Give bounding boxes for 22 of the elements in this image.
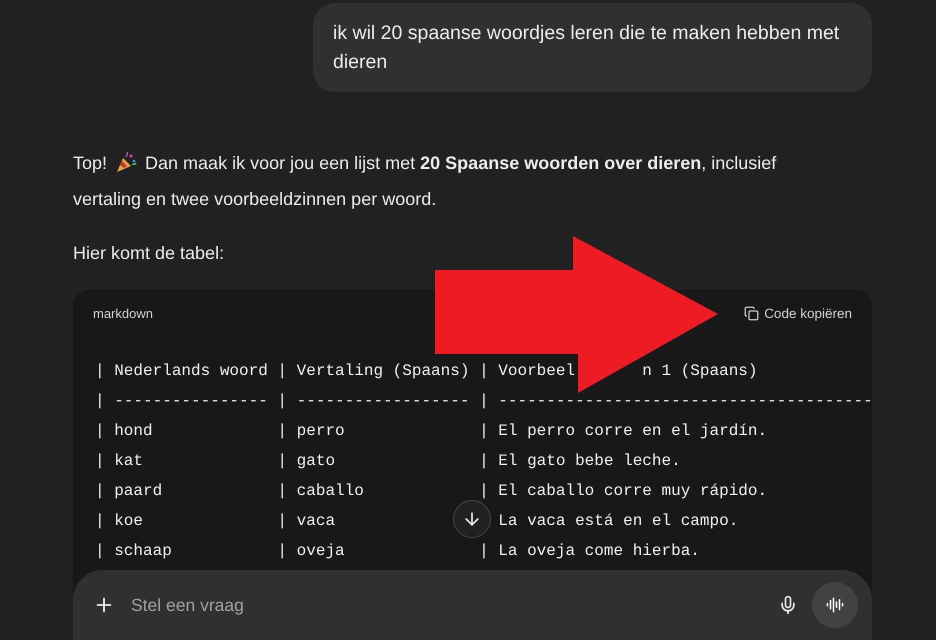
code-line: | koe | vaca: [95, 511, 336, 532]
sound-wave-icon: [826, 596, 844, 614]
answer-text: vertaling en twee voorbeeldzinnen per woord.: [73, 188, 436, 211]
code-line: | paard | caballo | El caballo corre muy rápido.: [95, 481, 768, 502]
answer-text: Hier komt de tabel:: [73, 242, 226, 265]
message-input[interactable]: Stel een vraag: [129, 594, 764, 616]
code-line: | hond | perro | El perro corre en el jardín.: [95, 421, 768, 442]
answer-text: Top!: [73, 152, 108, 175]
answer-text: Dan maak ik voor jou een lijst met 20 Spaanse woorden over dieren, inclusief: [145, 152, 776, 175]
copy-icon: [744, 306, 760, 320]
user-message: ik wil 20 spaanse woordjes leren die te maken hebben met dieren: [313, 3, 872, 92]
voice-mode-button[interactable]: [812, 582, 858, 628]
code-line: | Nederlands woord | Vertaling (Spaans) | Voorbeel: [95, 361, 576, 382]
code-line: n 1 (Spaans): [642, 361, 758, 382]
code-line: | ---------------- | ------------------ | ---------------------------------------: [95, 391, 872, 412]
code-line: | schaap | oveja | La oveja come hierba.: [95, 541, 700, 562]
message-field[interactable]: Stel een vraag: [73, 570, 872, 640]
copy-code-button[interactable]: Code kopiëren: [744, 306, 852, 320]
party-popper-icon: [115, 152, 138, 174]
code-language: markdown: [93, 306, 153, 320]
code-line: La vaca está en el campo.: [498, 511, 738, 532]
code-line: | kat | gato | El gato bebe leche.: [95, 451, 681, 472]
